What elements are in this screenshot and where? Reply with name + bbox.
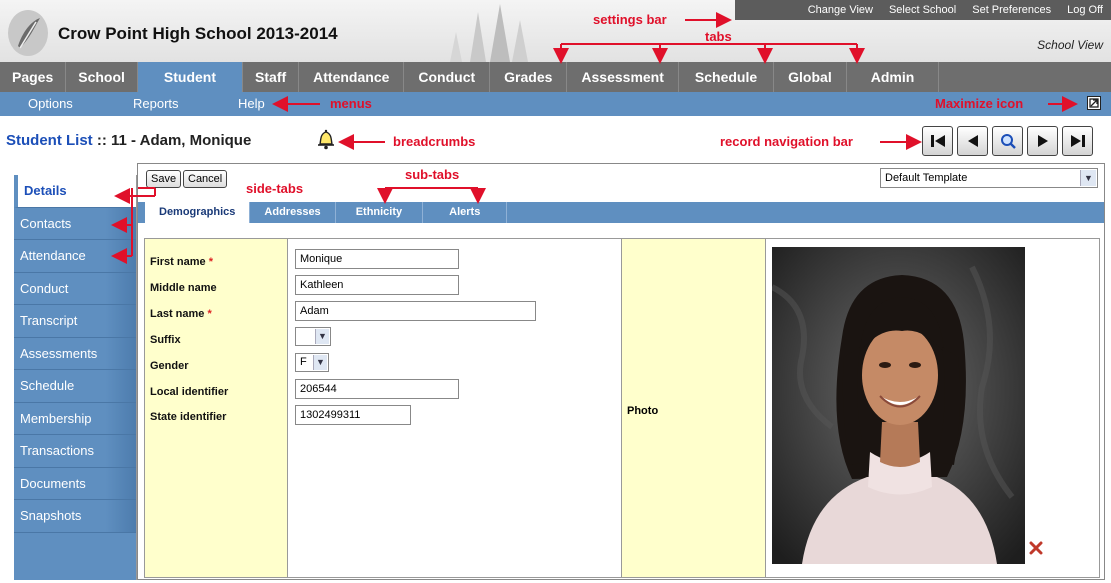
side-tab-attendance[interactable]: Attendance [14, 240, 136, 273]
sub-tab-alerts[interactable]: Alerts [423, 202, 508, 223]
form-label-column: First name * Middle name Last name * Suf… [145, 239, 288, 577]
gender-select-value: F [300, 356, 307, 368]
annotation-sub-tabs: sub-tabs [405, 167, 460, 182]
tab-assessment[interactable]: Assessment [567, 62, 679, 92]
change-view-link[interactable]: Change View [800, 4, 881, 16]
side-tab-membership[interactable]: Membership [14, 402, 136, 435]
annotation-settings-bar: settings bar [593, 12, 667, 27]
side-tab-contacts[interactable]: Contacts [14, 207, 136, 240]
school-logo-icon [8, 10, 48, 56]
breadcrumb-row: Student List :: 11 - Adam, Monique [0, 116, 1111, 160]
state-identifier-input[interactable]: 1302499311 [295, 405, 411, 425]
breadcrumb-separator: :: [92, 132, 111, 149]
side-tab-schedule[interactable]: Schedule [14, 370, 136, 403]
form-input-column: Monique Kathleen Adam ▼ F ▼ 206544 13024… [288, 239, 622, 577]
first-name-input[interactable]: Monique [295, 249, 459, 269]
tab-conduct[interactable]: Conduct [404, 62, 491, 92]
local-identifier-label: Local identifier [150, 386, 229, 398]
annotation-breadcrumbs: breadcrumbs [393, 134, 476, 149]
chevron-down-icon: ▼ [315, 329, 329, 344]
gender-label: Gender [150, 360, 189, 372]
sub-tab-demographics[interactable]: Demographics [145, 202, 251, 223]
last-name-label: Last name * [150, 308, 212, 320]
side-tab-assessments[interactable]: Assessments [14, 337, 136, 370]
annotation-menus: menus [330, 96, 372, 111]
middle-name-label: Middle name [150, 282, 217, 294]
annotation-side-tabs: side-tabs [246, 181, 304, 196]
photo-column [766, 239, 1099, 577]
breadcrumb: Student List :: 11 - Adam, Monique [6, 132, 251, 149]
sub-tab-addresses[interactable]: Addresses [250, 202, 336, 223]
breadcrumb-student-list-link[interactable]: Student List [6, 132, 93, 149]
first-name-label: First name * [150, 256, 213, 268]
photo-label-column: Photo [622, 239, 766, 577]
previous-record-icon[interactable] [957, 126, 988, 156]
tab-attendance[interactable]: Attendance [299, 62, 405, 92]
tab-global[interactable]: Global [774, 62, 847, 92]
trees-decoration [450, 4, 528, 62]
school-view-label: School View [1037, 38, 1103, 52]
side-tab-transcript[interactable]: Transcript [14, 305, 136, 338]
suffix-select[interactable]: ▼ [295, 327, 331, 346]
next-record-icon[interactable] [1027, 126, 1058, 156]
select-school-link[interactable]: Select School [881, 4, 964, 16]
first-record-icon[interactable] [922, 126, 953, 156]
local-identifier-input[interactable]: 206544 [295, 379, 459, 399]
log-off-link[interactable]: Log Off [1059, 4, 1111, 16]
chevron-down-icon: ▼ [313, 355, 327, 370]
tab-schedule[interactable]: Schedule [679, 62, 775, 92]
annotation-record-navigation-bar: record navigation bar [720, 134, 853, 149]
tab-grades[interactable]: Grades [490, 62, 568, 92]
header: Crow Point High School 2013-2014 Change … [0, 0, 1111, 62]
menu-help[interactable]: Help [238, 96, 265, 111]
delete-photo-icon[interactable] [1029, 541, 1043, 555]
save-button[interactable]: Save [146, 170, 182, 188]
photo-label: Photo [627, 405, 659, 417]
chevron-down-icon: ▼ [1080, 170, 1096, 186]
state-identifier-label: State identifier [150, 411, 227, 423]
suffix-label: Suffix [150, 334, 181, 346]
sub-tabs: Demographics Addresses Ethnicity Alerts [138, 202, 1104, 223]
side-tab-conduct[interactable]: Conduct [14, 272, 136, 305]
content-panel: Save Cancel Default Template ▼ Demograph… [137, 163, 1105, 580]
tabs-spacer [939, 62, 1111, 92]
annotation-maximize-icon: Maximize icon [935, 96, 1024, 111]
middle-name-input[interactable]: Kathleen [295, 275, 459, 295]
last-record-icon[interactable] [1062, 126, 1093, 156]
menu-reports[interactable]: Reports [133, 96, 179, 111]
maximize-icon[interactable] [1087, 96, 1101, 110]
side-tab-documents[interactable]: Documents [14, 467, 136, 500]
side-tabs: Details Contacts Attendance Conduct Tran… [14, 175, 137, 580]
template-select-value: Default Template [885, 172, 968, 184]
last-name-input[interactable]: Adam [295, 301, 536, 321]
set-preferences-link[interactable]: Set Preferences [964, 4, 1059, 16]
gender-select[interactable]: F ▼ [295, 353, 329, 372]
side-tab-transactions[interactable]: Transactions [14, 435, 136, 468]
bell-icon[interactable] [316, 128, 336, 150]
side-tab-details[interactable]: Details [14, 175, 136, 208]
student-photo[interactable] [772, 247, 1025, 564]
sub-tab-ethnicity[interactable]: Ethnicity [336, 202, 424, 223]
cancel-button[interactable]: Cancel [183, 170, 228, 188]
tab-admin[interactable]: Admin [847, 62, 940, 92]
record-navigation-bar [922, 126, 1093, 156]
school-title: Crow Point High School 2013-2014 [58, 24, 338, 43]
tab-school[interactable]: School [66, 62, 138, 92]
side-tab-snapshots[interactable]: Snapshots [14, 500, 136, 533]
tab-staff[interactable]: Staff [243, 62, 300, 92]
search-icon[interactable] [992, 126, 1023, 156]
annotation-tabs: tabs [705, 29, 732, 44]
main-tabs: Pages School Student Staff Attendance Co… [0, 62, 1111, 92]
template-select[interactable]: Default Template ▼ [880, 168, 1098, 188]
tab-pages[interactable]: Pages [0, 62, 67, 92]
demographics-form: First name * Middle name Last name * Suf… [144, 238, 1100, 578]
tab-student[interactable]: Student [137, 62, 244, 92]
menu-options[interactable]: Options [28, 96, 73, 111]
breadcrumb-record: 11 - Adam, Monique [111, 132, 252, 149]
settings-bar: Change View Select School Set Preference… [735, 0, 1111, 20]
